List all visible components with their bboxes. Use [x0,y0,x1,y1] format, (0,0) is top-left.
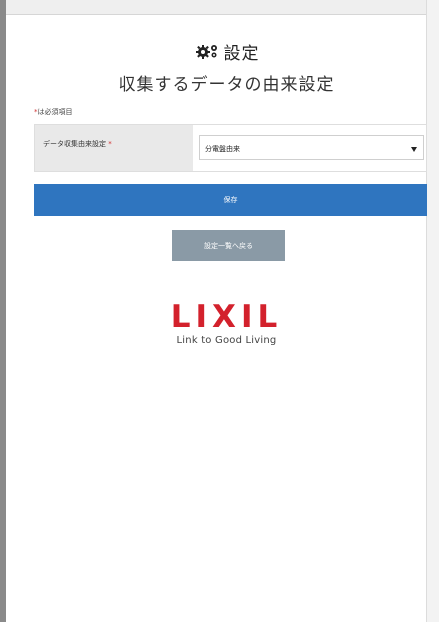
required-note: *は必須項目 [26,107,427,117]
data-source-label-text: データ収集由来設定 [43,140,106,148]
back-to-settings-button[interactable]: 設定一覧へ戻る [172,230,285,261]
page-subtitle: 収集するデータの由来設定 [118,75,335,95]
field-label-cell: データ収集由来設定 * [35,125,193,171]
data-source-label: データ収集由来設定 * [43,139,112,149]
page-title: 設定 [223,43,260,64]
settings-content: 設定 収集するデータの由来設定 *は必須項目 データ収集由来設定 * 分電盤由来… [26,30,427,346]
page-header: 設定 収集するデータの由来設定 [26,40,427,96]
data-source-select-value: 分電盤由来 [205,145,240,153]
required-note-text: は必須項目 [37,108,73,116]
window-left-edge [0,0,6,622]
caret-down-icon [411,147,417,152]
required-star: * [108,140,112,148]
title-row: 設定 [26,40,427,64]
data-source-form-row: データ収集由来設定 * 分電盤由来 [34,124,427,172]
logo-wordmark: LIXIL [170,299,283,335]
save-button[interactable]: 保存 [34,184,427,216]
data-source-select[interactable]: 分電盤由来 [199,135,424,160]
app-window: 設定 収集するデータの由来設定 *は必須項目 データ収集由来設定 * 分電盤由来… [0,0,439,622]
window-top-bar [0,0,439,15]
lixil-logo: LIXIL Link to Good Living [26,301,427,346]
gears-icon [194,42,220,60]
scrollbar-track[interactable] [426,0,439,622]
logo-tagline: Link to Good Living [176,335,277,346]
